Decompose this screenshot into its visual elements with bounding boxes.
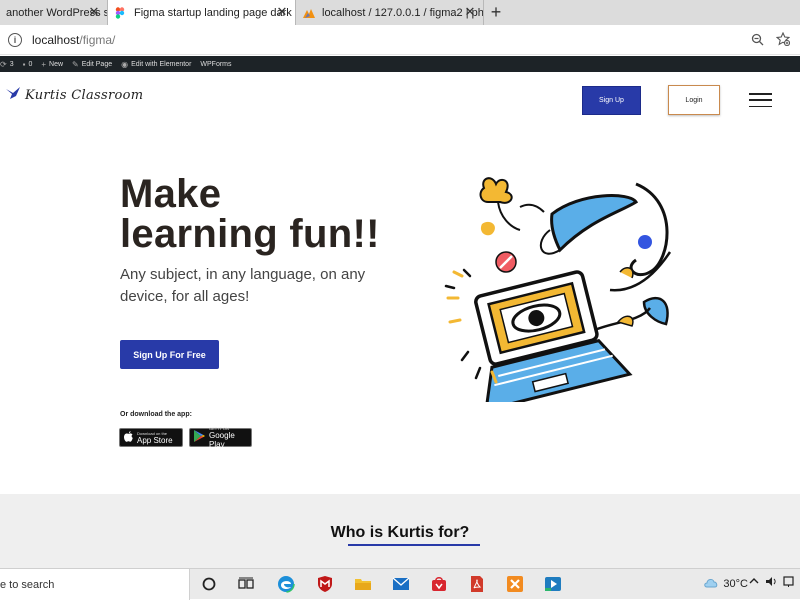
hero-title-line2: learning fun!!: [120, 212, 380, 256]
url-path: /figma/: [79, 32, 116, 47]
menu-hamburger-icon[interactable]: [749, 93, 772, 107]
weather-widget[interactable]: 30°C: [703, 577, 748, 591]
site-info-icon[interactable]: i: [8, 32, 22, 47]
system-tray: [749, 576, 794, 591]
logo-text: Kurtis Classroom: [25, 87, 144, 103]
mcafee-icon[interactable]: [315, 574, 335, 594]
close-icon[interactable]: ✕: [463, 5, 477, 19]
tab-title: localhost / 127.0.0.1 / figma2 | ph: [322, 6, 483, 19]
address-bar: i localhost/figma/: [0, 25, 800, 55]
wp-edit-page[interactable]: ✎ Edit Page: [72, 60, 112, 69]
close-icon[interactable]: ✕: [87, 5, 101, 19]
pencil-icon: ✎: [72, 59, 79, 69]
yellow-blob: [480, 221, 495, 236]
wp-updates[interactable]: ⟳ 3: [0, 60, 14, 69]
apple-icon: [124, 430, 133, 445]
hero-title: Make learning fun!!: [120, 174, 380, 254]
hero-subtitle: Any subject, in any language, on any dev…: [120, 266, 366, 305]
cloud-icon: [703, 577, 719, 591]
browser-tab-phpmyadmin[interactable]: localhost / 127.0.0.1 / figma2 | ph ✕: [296, 0, 484, 25]
mail-icon[interactable]: [391, 574, 411, 594]
comment-icon: ▪: [22, 59, 26, 69]
hero-title-line1: Make: [120, 172, 222, 216]
updates-icon: ⟳: [0, 59, 7, 69]
zoom-icon[interactable]: [751, 33, 764, 51]
wp-edit-elementor[interactable]: ◉ Edit with Elementor: [121, 60, 191, 69]
browser-tab-wordpress[interactable]: another WordPress s ✕: [0, 0, 108, 25]
wp-new[interactable]: + New: [41, 60, 63, 69]
windows-taskbar: e to search 30°C: [0, 568, 800, 600]
download-label: Or download the app:: [120, 411, 192, 418]
url-field[interactable]: localhost/figma/: [32, 33, 115, 47]
network-icon[interactable]: [783, 576, 794, 591]
favorites-star-icon[interactable]: [775, 31, 791, 51]
title-underline: [348, 544, 480, 546]
gplay-large-text: Google Play: [209, 431, 235, 449]
chevron-up-icon[interactable]: [749, 576, 759, 591]
volume-icon[interactable]: [765, 576, 777, 591]
task-view-icon[interactable]: [236, 574, 256, 594]
figma-icon: [114, 6, 126, 19]
logo-bird-icon: [6, 86, 20, 104]
phpmyadmin-icon: [302, 7, 315, 19]
login-button[interactable]: Login: [668, 85, 720, 115]
new-tab-button[interactable]: +: [484, 0, 508, 25]
google-play-badge[interactable]: GET IT ON Google Play: [189, 426, 252, 449]
elementor-icon: ◉: [121, 59, 129, 69]
who-section-title: Who is Kurtis for?: [330, 524, 470, 541]
flower-decoration: [479, 177, 513, 204]
wp-wpforms[interactable]: WPForms: [200, 61, 231, 68]
browser-tab-figma[interactable]: Figma startup landing page dark ✕: [108, 0, 296, 25]
who-section: Who is Kurtis for?: [0, 494, 800, 570]
plus-icon: +: [41, 59, 47, 69]
store-icon[interactable]: [429, 574, 449, 594]
signup-button[interactable]: Sign Up: [582, 86, 641, 115]
url-host: localhost: [32, 32, 80, 47]
xampp-icon[interactable]: [505, 574, 525, 594]
hero-illustration: [444, 177, 672, 402]
taskbar-search[interactable]: e to search: [0, 569, 190, 600]
cortana-icon[interactable]: [199, 574, 219, 594]
acrobat-icon[interactable]: [467, 574, 487, 594]
app-store-badge[interactable]: Download on the App Store: [119, 428, 183, 447]
site-logo[interactable]: Kurtis Classroom: [6, 86, 143, 104]
appstore-large-text: App Store: [137, 435, 173, 445]
google-play-icon: [194, 429, 205, 447]
taskbar-search-text: e to search: [0, 578, 55, 591]
close-icon[interactable]: ✕: [275, 5, 289, 19]
browser-tab-strip: another WordPress s ✕ Figma startup land…: [0, 0, 800, 25]
edge-icon[interactable]: [276, 574, 296, 594]
file-explorer-icon[interactable]: [353, 574, 373, 594]
tab-title: Figma startup landing page dark: [134, 6, 292, 19]
wp-admin-bar: ⟳ 3 ▪ 0 + New ✎ Edit Page ◉ Edit with Element…: [0, 56, 800, 72]
media-player-icon[interactable]: [543, 574, 563, 594]
wp-comments[interactable]: ▪ 0: [23, 60, 33, 69]
temperature-text: 30°C: [723, 578, 748, 590]
signup-free-button[interactable]: Sign Up For Free: [120, 340, 219, 369]
